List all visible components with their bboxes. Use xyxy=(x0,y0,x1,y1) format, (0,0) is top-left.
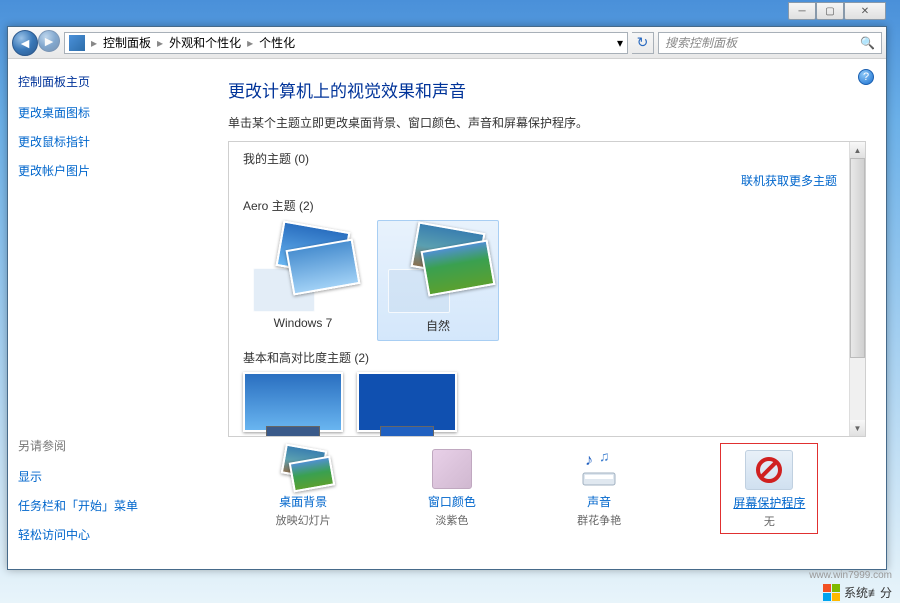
breadcrumb[interactable]: 控制面板 xyxy=(103,34,151,51)
address-bar[interactable]: ▸ 控制面板 ▸ 外观和个性化 ▸ 个性化 ▾ xyxy=(64,32,628,54)
option-title: 桌面背景 xyxy=(279,493,327,510)
sidebar-link-ease-of-access[interactable]: 轻松访问中心 xyxy=(18,526,198,543)
sidebar-home-link[interactable]: 控制面板主页 xyxy=(18,73,198,90)
control-panel-icon xyxy=(69,35,85,51)
option-title: 屏幕保护程序 xyxy=(733,494,805,511)
breadcrumb[interactable]: 外观和个性化 xyxy=(169,34,241,51)
screensaver-icon xyxy=(743,448,795,492)
personalization-window: ─ ▢ ✕ ◄ ► ▸ 控制面板 ▸ 外观和个性化 ▸ 个性化 ▾ ↻ 搜索控制… xyxy=(7,26,887,570)
aero-themes-header: Aero 主题 (2) xyxy=(243,197,851,214)
watermark-url: www.win7999.com xyxy=(809,570,892,581)
minimize-button[interactable]: ─ xyxy=(788,2,816,20)
desktop-background-option[interactable]: 桌面背景 放映幻灯片 xyxy=(276,447,331,534)
option-desc: 放映幻灯片 xyxy=(276,512,331,528)
window-controls: ─ ▢ ✕ xyxy=(788,2,886,20)
theme-windows7[interactable]: Windows 7 xyxy=(243,220,363,341)
page-description: 单击某个主题立即更改桌面背景、窗口颜色、声音和屏幕保护程序。 xyxy=(228,114,866,131)
sidebar-link-taskbar[interactable]: 任务栏和「开始」菜单 xyxy=(18,497,198,514)
back-button[interactable]: ◄ xyxy=(12,30,38,56)
chevron-right-icon: ▸ xyxy=(247,36,253,50)
scroll-thumb[interactable] xyxy=(850,158,865,358)
sidebar: 控制面板主页 更改桌面图标 更改鼠标指针 更改帐户图片 另请参阅 显示 任务栏和… xyxy=(8,59,208,569)
close-button[interactable]: ✕ xyxy=(844,2,886,20)
option-desc: 淡紫色 xyxy=(435,512,468,528)
theme-thumbnail xyxy=(249,226,357,312)
desktop-background-icon xyxy=(277,447,329,491)
maximize-button[interactable]: ▢ xyxy=(816,2,844,20)
sidebar-link-display[interactable]: 显示 xyxy=(18,468,198,485)
watermark-text: 系统≢分 xyxy=(844,584,892,601)
sidebar-link-mouse-pointers[interactable]: 更改鼠标指针 xyxy=(18,133,198,150)
chevron-right-icon: ▸ xyxy=(91,36,97,50)
refresh-button[interactable]: ↻ xyxy=(632,32,654,54)
scrollbar[interactable]: ▲ ▼ xyxy=(849,142,865,436)
sound-icon: ♪♫ xyxy=(573,447,625,491)
scroll-up-button[interactable]: ▲ xyxy=(850,142,865,158)
basic-themes-grid xyxy=(243,372,851,432)
screensaver-option[interactable]: 屏幕保护程序 无 xyxy=(720,443,818,534)
logo-icon xyxy=(823,584,840,601)
theme-label: 自然 xyxy=(426,317,450,334)
address-dropdown[interactable]: ▾ xyxy=(617,36,623,50)
search-input[interactable]: 搜索控制面板 🔍 xyxy=(658,32,882,54)
see-also-heading: 另请参阅 xyxy=(18,437,198,454)
nav-buttons: ◄ ► xyxy=(12,30,60,56)
sidebar-link-account-picture[interactable]: 更改帐户图片 xyxy=(18,162,198,179)
scroll-down-button[interactable]: ▼ xyxy=(850,420,865,436)
option-desc: 无 xyxy=(764,513,775,529)
theme-basic-1[interactable] xyxy=(243,372,343,432)
aero-themes-grid: Windows 7 自然 xyxy=(243,220,851,341)
window-color-icon xyxy=(426,447,478,491)
toolbar: ◄ ► ▸ 控制面板 ▸ 外观和个性化 ▸ 个性化 ▾ ↻ 搜索控制面板 🔍 xyxy=(8,27,886,59)
bottom-options: 桌面背景 放映幻灯片 窗口颜色 淡紫色 ♪♫ 声音 群花争艳 xyxy=(228,437,866,534)
svg-text:♫: ♫ xyxy=(599,449,610,464)
theme-label: Windows 7 xyxy=(274,316,333,330)
svg-text:♪: ♪ xyxy=(585,452,593,469)
basic-themes-header: 基本和高对比度主题 (2) xyxy=(243,349,851,366)
main-content: ? 更改计算机上的视觉效果和声音 单击某个主题立即更改桌面背景、窗口颜色、声音和… xyxy=(208,59,886,569)
search-icon: 🔍 xyxy=(860,36,875,50)
themes-panel: 我的主题 (0) 联机获取更多主题 Aero 主题 (2) Windows 7 xyxy=(228,141,866,437)
watermark-logo: 系统≢分 xyxy=(823,584,892,601)
chevron-right-icon: ▸ xyxy=(157,36,163,50)
page-title: 更改计算机上的视觉效果和声音 xyxy=(228,77,866,102)
get-more-themes-link[interactable]: 联机获取更多主题 xyxy=(741,172,837,189)
theme-basic-2[interactable] xyxy=(357,372,457,432)
sounds-option[interactable]: ♪♫ 声音 群花争艳 xyxy=(573,447,625,534)
option-desc: 群花争艳 xyxy=(577,512,621,528)
search-placeholder: 搜索控制面板 xyxy=(665,34,737,51)
option-title: 窗口颜色 xyxy=(428,493,476,510)
window-color-option[interactable]: 窗口颜色 淡紫色 xyxy=(426,447,478,534)
forward-button[interactable]: ► xyxy=(38,30,60,52)
theme-thumbnail xyxy=(384,227,492,313)
sidebar-link-desktop-icons[interactable]: 更改桌面图标 xyxy=(18,104,198,121)
help-button[interactable]: ? xyxy=(858,69,874,85)
option-title: 声音 xyxy=(587,493,611,510)
breadcrumb[interactable]: 个性化 xyxy=(259,34,295,51)
theme-nature[interactable]: 自然 xyxy=(377,220,499,341)
my-themes-header: 我的主题 (0) xyxy=(243,150,851,167)
